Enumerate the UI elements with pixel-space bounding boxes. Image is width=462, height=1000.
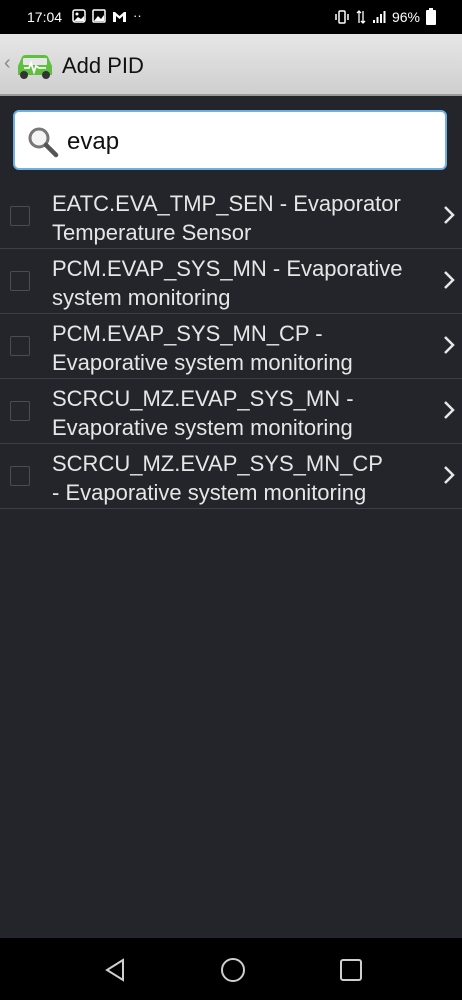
battery-percent: 96%: [391, 9, 420, 25]
app-logo-icon[interactable]: [14, 48, 58, 82]
chevron-right-icon[interactable]: [442, 334, 456, 356]
data-icon: [356, 10, 366, 24]
system-icons: 96%: [334, 7, 436, 25]
pid-checkbox[interactable]: [10, 206, 30, 226]
pid-label: EATC.EVA_TMP_SEN - Evaporator Temperatur…: [52, 191, 401, 245]
list-item[interactable]: PCM.EVAP_SYS_MN_CP - Evaporative system …: [0, 314, 462, 379]
chevron-right-icon[interactable]: [442, 464, 456, 486]
search-icon: [28, 127, 59, 158]
pid-label: SCRCU_MZ.EVAP_SYS_MN - Evaporative syste…: [52, 386, 354, 440]
pid-list: EATC.EVA_TMP_SEN - Evaporator Temperatur…: [0, 184, 462, 509]
vibrate-icon: [335, 10, 349, 24]
list-item[interactable]: EATC.EVA_TMP_SEN - Evaporator Temperatur…: [0, 184, 462, 249]
pid-label: PCM.EVAP_SYS_MN_CP - Evaporative system …: [52, 321, 353, 375]
gallery-icon: [92, 9, 106, 23]
signal-icon: [372, 11, 386, 23]
back-chevron-icon[interactable]: ‹: [4, 52, 11, 75]
notification-icons: ··: [72, 8, 142, 24]
list-item[interactable]: SCRCU_MZ.EVAP_SYS_MN_CP - Evaporative sy…: [0, 444, 462, 509]
gmail-icon: [113, 11, 126, 22]
more-notifications-icon: ··: [133, 8, 142, 23]
pid-checkbox[interactable]: [10, 336, 30, 356]
list-item[interactable]: PCM.EVAP_SYS_MN - Evaporative system mon…: [0, 249, 462, 314]
battery-icon: [426, 7, 436, 25]
home-icon[interactable]: [219, 956, 247, 984]
recent-apps-icon[interactable]: [337, 956, 365, 984]
back-icon[interactable]: [101, 956, 129, 984]
page-title: Add PID: [62, 53, 144, 78]
pid-checkbox[interactable]: [10, 401, 30, 421]
search-box[interactable]: [13, 110, 447, 170]
search-input[interactable]: [65, 124, 429, 160]
pid-label: SCRCU_MZ.EVAP_SYS_MN_CP - Evaporative sy…: [52, 451, 383, 505]
status-time: 17:04: [27, 9, 63, 25]
list-item[interactable]: SCRCU_MZ.EVAP_SYS_MN - Evaporative syste…: [0, 379, 462, 444]
pid-checkbox[interactable]: [10, 466, 30, 486]
photo-icon: [72, 9, 86, 23]
pid-checkbox[interactable]: [10, 271, 30, 291]
pid-label: PCM.EVAP_SYS_MN - Evaporative system mon…: [52, 256, 403, 310]
chevron-right-icon[interactable]: [442, 269, 456, 291]
app-bar: ‹ Add PID: [0, 34, 462, 96]
chevron-right-icon[interactable]: [442, 204, 456, 226]
status-bar: 17:04 ·· 96%: [0, 0, 462, 34]
chevron-right-icon[interactable]: [442, 399, 456, 421]
navigation-bar: [0, 938, 462, 1000]
